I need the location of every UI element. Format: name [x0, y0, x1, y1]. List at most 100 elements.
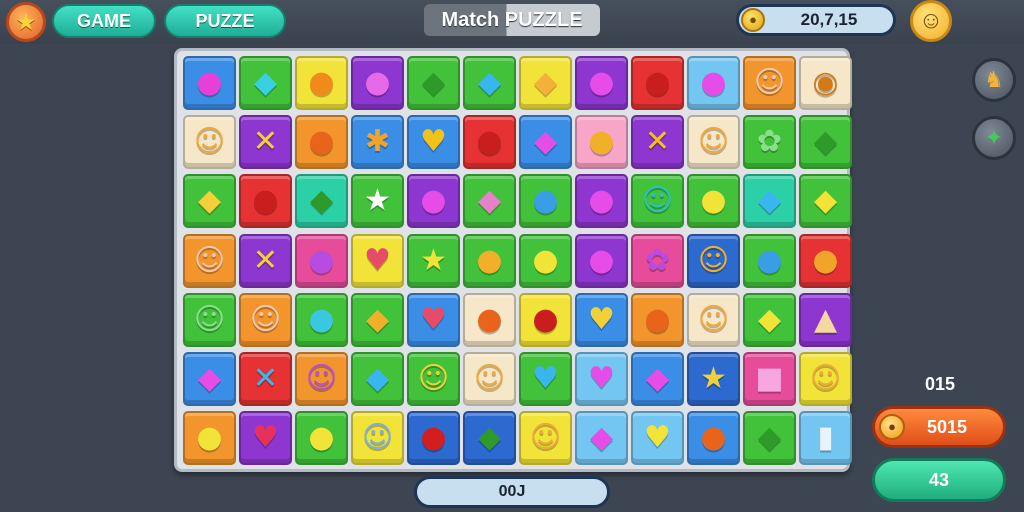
game-title: Match PUZZLE	[424, 4, 600, 36]
game-tile[interactable]: ◆	[351, 292, 404, 347]
game-tile[interactable]: ●	[687, 174, 740, 229]
game-tile[interactable]: ●	[295, 115, 348, 170]
game-tile[interactable]: ●	[631, 292, 684, 347]
game-tile[interactable]: ●	[575, 233, 628, 288]
game-tile[interactable]: ♥	[575, 352, 628, 406]
game-tile[interactable]: ★	[407, 233, 460, 288]
game-tile[interactable]: ◆	[183, 174, 236, 229]
game-tile[interactable]: ◆	[799, 115, 852, 170]
game-tile[interactable]: ●	[351, 56, 404, 110]
game-tile[interactable]: ☺	[183, 233, 236, 288]
profile-smiley-icon[interactable]: ☺	[910, 0, 952, 42]
game-tile[interactable]: ◆	[295, 174, 348, 229]
tile-gem-icon: ●	[700, 420, 727, 456]
game-tile[interactable]: ◆	[519, 115, 572, 170]
game-tile[interactable]: ●	[519, 174, 572, 229]
game-tile[interactable]: ◆	[631, 352, 684, 406]
game-tile[interactable]: ◆	[743, 292, 796, 347]
game-tile[interactable]: ☺	[239, 292, 292, 347]
tile-gem-icon: ☺	[809, 361, 842, 396]
game-tile[interactable]: ★	[687, 352, 740, 406]
game-tile[interactable]: ■	[743, 352, 796, 406]
star-icon[interactable]: ★	[6, 2, 46, 42]
game-tile[interactable]: ●	[463, 292, 516, 347]
game-tile[interactable]: ●	[631, 56, 684, 110]
game-tile[interactable]: ▲	[799, 292, 852, 347]
game-tile[interactable]: ✕	[239, 352, 292, 406]
game-tile[interactable]: ♥	[631, 411, 684, 466]
game-tile[interactable]: ●	[295, 411, 348, 466]
game-tile[interactable]: ◆	[463, 411, 516, 466]
game-tile[interactable]: ✕	[239, 233, 292, 288]
game-tile[interactable]: ☺	[687, 292, 740, 347]
puzzle-button[interactable]: PUZZE	[164, 4, 286, 38]
game-tile[interactable]: ☺	[183, 292, 236, 347]
game-tile[interactable]: ♥	[519, 352, 572, 406]
tile-gem-icon: ●	[588, 242, 615, 278]
game-tile[interactable]: ●	[575, 56, 628, 110]
game-tile[interactable]: ▮	[799, 411, 852, 466]
game-tile[interactable]: ●	[295, 233, 348, 288]
game-tile[interactable]: ◆	[183, 352, 236, 406]
game-tile[interactable]: ◆	[407, 56, 460, 110]
game-tile[interactable]: ●	[407, 411, 460, 466]
game-tile[interactable]: ●	[295, 292, 348, 347]
game-tile[interactable]: ☺	[631, 174, 684, 229]
booster-character-icon[interactable]: ♞	[972, 58, 1016, 102]
game-tile[interactable]: ◆	[743, 411, 796, 466]
game-tile[interactable]: ●	[519, 292, 572, 347]
game-tile[interactable]: ●	[463, 233, 516, 288]
game-tile[interactable]: ◆	[463, 56, 516, 110]
game-tile[interactable]: ◉	[799, 56, 852, 110]
game-tile[interactable]: ●	[183, 56, 236, 110]
game-tile[interactable]: ✕	[239, 115, 292, 170]
game-tile[interactable]: ●	[463, 115, 516, 170]
game-tile[interactable]: ☺	[743, 56, 796, 110]
game-tile[interactable]: ●	[407, 174, 460, 229]
game-tile[interactable]: ◆	[575, 411, 628, 466]
game-tile[interactable]: ✿	[743, 115, 796, 170]
game-tile[interactable]: ★	[351, 174, 404, 229]
game-tile[interactable]: ☺	[183, 115, 236, 170]
game-tile[interactable]: ♥	[351, 233, 404, 288]
game-tile[interactable]: ✕	[631, 115, 684, 170]
game-tile[interactable]: ☺	[463, 352, 516, 406]
game-tile[interactable]: ●	[799, 233, 852, 288]
game-tile[interactable]: ♥	[575, 292, 628, 347]
game-tile[interactable]: ◆	[351, 352, 404, 406]
game-tile[interactable]: ◆	[519, 56, 572, 110]
game-tile[interactable]: ♥	[407, 115, 460, 170]
game-tile[interactable]: ●	[743, 233, 796, 288]
booster-gem-icon[interactable]: ✦	[972, 116, 1016, 160]
game-tile[interactable]: ♥	[239, 411, 292, 466]
game-button[interactable]: GAME	[52, 4, 156, 38]
game-tile[interactable]: ☺	[351, 411, 404, 466]
tile-gem-icon: ♥	[420, 124, 447, 160]
action-button[interactable]: 43	[872, 458, 1006, 502]
game-tile[interactable]: ◆	[463, 174, 516, 229]
game-tile[interactable]: ●	[519, 233, 572, 288]
game-tile[interactable]: ☺	[799, 352, 852, 406]
game-tile[interactable]: ◆	[239, 56, 292, 110]
game-tile[interactable]: ☺	[519, 411, 572, 466]
game-tile[interactable]: ◆	[799, 174, 852, 229]
game-tile[interactable]: ●	[687, 56, 740, 110]
game-tile[interactable]: ☺	[295, 352, 348, 406]
game-tile[interactable]: ●	[575, 174, 628, 229]
game-tile[interactable]: ●	[183, 411, 236, 466]
game-tile[interactable]: ✱	[351, 115, 404, 170]
game-tile[interactable]: ●	[239, 174, 292, 229]
tile-gem-icon: ◆	[365, 361, 390, 396]
coins-button[interactable]: ● 5015	[872, 406, 1006, 448]
game-tile[interactable]: ✿	[631, 233, 684, 288]
game-tile[interactable]: ◆	[743, 174, 796, 229]
game-tile[interactable]: ●	[575, 115, 628, 170]
game-tile[interactable]: ☺	[687, 233, 740, 288]
game-tile[interactable]: ☺	[407, 352, 460, 406]
game-tile[interactable]: ♥	[407, 292, 460, 347]
tile-gem-icon: ▲	[813, 301, 838, 337]
game-tile[interactable]: ●	[687, 411, 740, 466]
game-tile[interactable]: ●	[295, 56, 348, 110]
tile-gem-icon: ☺	[249, 301, 282, 337]
game-tile[interactable]: ☺	[687, 115, 740, 170]
